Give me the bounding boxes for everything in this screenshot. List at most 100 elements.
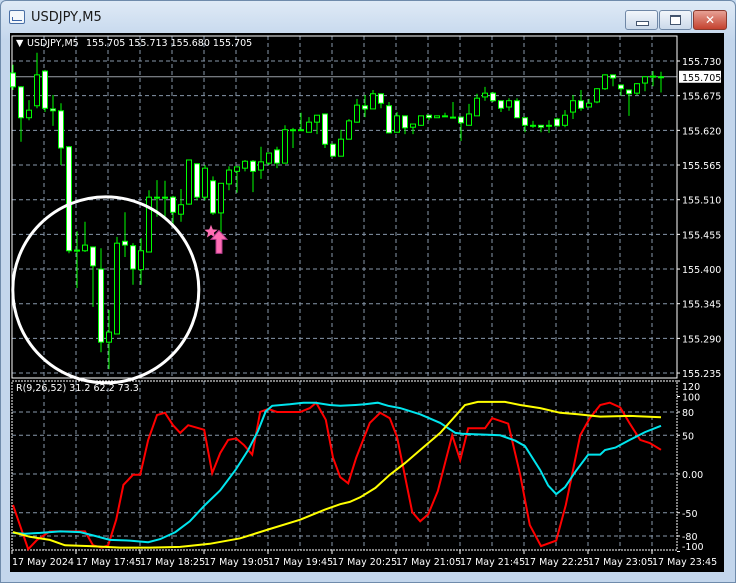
candle-bull bbox=[178, 204, 184, 215]
candle-bear bbox=[298, 129, 304, 132]
candle-bull bbox=[602, 74, 608, 90]
candle-bear bbox=[58, 110, 64, 149]
candle-bear bbox=[210, 180, 216, 214]
candle-bear bbox=[514, 100, 520, 119]
candle-bear bbox=[442, 115, 448, 118]
candle-bull bbox=[202, 167, 208, 198]
candle-bull bbox=[410, 123, 416, 128]
candle-bear bbox=[530, 124, 536, 127]
candle-bear bbox=[626, 89, 632, 95]
candle-bull bbox=[242, 160, 248, 169]
chart-menu-triangle-icon[interactable]: ▼ bbox=[16, 38, 24, 49]
candle-bear bbox=[322, 113, 328, 145]
candle-bear bbox=[658, 76, 664, 79]
candle-bear bbox=[154, 196, 160, 199]
candle-bull bbox=[594, 88, 600, 103]
candle-bear bbox=[650, 75, 656, 78]
candle-bull bbox=[186, 159, 192, 205]
price-axis-label: 155.675 bbox=[682, 92, 721, 103]
candle-bear bbox=[330, 143, 336, 157]
price-chart[interactable]: 155.730 155.675 155.620 155.565 155.510 155.4… bbox=[0, 0, 736, 583]
time-axis-label: 17 May 19:05 bbox=[204, 557, 269, 568]
price-axis-label: 155.565 bbox=[682, 161, 721, 172]
indicator-axis-label: 120 bbox=[682, 382, 700, 393]
indicator-lines bbox=[12, 400, 662, 552]
time-axis-label: 17 May 18:25 bbox=[140, 557, 205, 568]
candle-bear bbox=[74, 249, 80, 252]
candle-bear bbox=[538, 124, 544, 128]
candle-bear bbox=[490, 92, 496, 102]
candle-bear bbox=[522, 117, 528, 126]
time-axis-label: 17 May 17:45 bbox=[76, 557, 141, 568]
main-chart-frame bbox=[11, 35, 678, 379]
price-axis-label: 155.620 bbox=[682, 126, 721, 137]
candle-bear bbox=[162, 196, 168, 199]
candle-bull bbox=[434, 115, 440, 119]
candle-bear bbox=[290, 129, 296, 132]
candle-bull bbox=[114, 242, 120, 335]
candle-bear bbox=[98, 268, 104, 343]
price-axis-label: 155.730 bbox=[682, 57, 721, 68]
indicator-axis-label: 100 bbox=[682, 393, 700, 404]
indicator-axis-label: 50 bbox=[682, 431, 694, 442]
price-axis-label: 155.235 bbox=[682, 369, 721, 380]
candle-bear bbox=[610, 74, 616, 79]
time-axis-label: 17 May 22:25 bbox=[524, 557, 589, 568]
candle-bear bbox=[66, 146, 72, 252]
candle-bull bbox=[258, 161, 264, 171]
candle-bull bbox=[506, 100, 512, 108]
indicator-axis-label: 0.00 bbox=[682, 470, 703, 481]
chart-ohlc: 155.705 155.713 155.680 155.705 bbox=[86, 38, 252, 49]
candle-bull bbox=[338, 138, 344, 157]
time-axis-label: 17 May 23:45 bbox=[652, 557, 717, 568]
candle-bull bbox=[282, 129, 288, 164]
candle-bear bbox=[378, 93, 384, 104]
current-price-label: 155.705 bbox=[682, 73, 721, 84]
chart-symbol: USDJPY,M5 bbox=[27, 38, 79, 49]
time-axis-label: 17 May 19:45 bbox=[268, 557, 333, 568]
candle-bull bbox=[234, 166, 240, 172]
candle-bear bbox=[618, 84, 624, 90]
candle-bear bbox=[130, 245, 136, 270]
candle-bear bbox=[170, 196, 176, 213]
candle-bull bbox=[34, 74, 40, 107]
indicator-axis-label: 80 bbox=[682, 408, 694, 419]
price-axis-label: 155.345 bbox=[682, 300, 721, 311]
candle-bull bbox=[586, 102, 592, 108]
candle-bull bbox=[346, 120, 352, 140]
candle-bear bbox=[274, 149, 280, 164]
candle-bull bbox=[106, 331, 112, 343]
time-axis-label: 17 May 21:05 bbox=[396, 557, 461, 568]
grid bbox=[12, 36, 677, 550]
chart-frames bbox=[11, 35, 678, 551]
candle-bear bbox=[362, 105, 368, 110]
candle-bear bbox=[10, 72, 16, 88]
candle-bull bbox=[570, 100, 576, 113]
candle-bull bbox=[226, 169, 232, 185]
candle-bull bbox=[562, 114, 568, 126]
candle-bull bbox=[474, 97, 480, 117]
time-axis-label: 17 May 2024 bbox=[12, 557, 74, 568]
candle-bear bbox=[546, 124, 552, 127]
candle-bear bbox=[42, 70, 48, 109]
candle-bear bbox=[50, 108, 56, 112]
price-axis-label: 155.290 bbox=[682, 334, 721, 345]
candle-bull bbox=[634, 83, 640, 94]
time-axis-label: 17 May 20:25 bbox=[332, 557, 397, 568]
price-axis-label: 155.400 bbox=[682, 265, 721, 276]
indicator-axis-label: -100 bbox=[682, 542, 704, 553]
candle-bull bbox=[82, 244, 88, 252]
candle-bull bbox=[466, 113, 472, 126]
indicator-axis-label: -50 bbox=[682, 509, 698, 520]
candle-bear bbox=[18, 86, 24, 119]
candle-bull bbox=[642, 76, 648, 84]
candle-bull bbox=[138, 250, 144, 271]
candle-bear bbox=[554, 118, 560, 127]
time-axis-label: 17 May 21:45 bbox=[460, 557, 525, 568]
candle-bear bbox=[498, 100, 504, 109]
candle-bear bbox=[578, 100, 584, 109]
candle-bull bbox=[26, 109, 32, 119]
candle-bear bbox=[458, 116, 464, 124]
candle-bull bbox=[314, 114, 320, 123]
indicator-label: R(9,26,52) 31.2 62.2 73.3 bbox=[16, 383, 139, 394]
